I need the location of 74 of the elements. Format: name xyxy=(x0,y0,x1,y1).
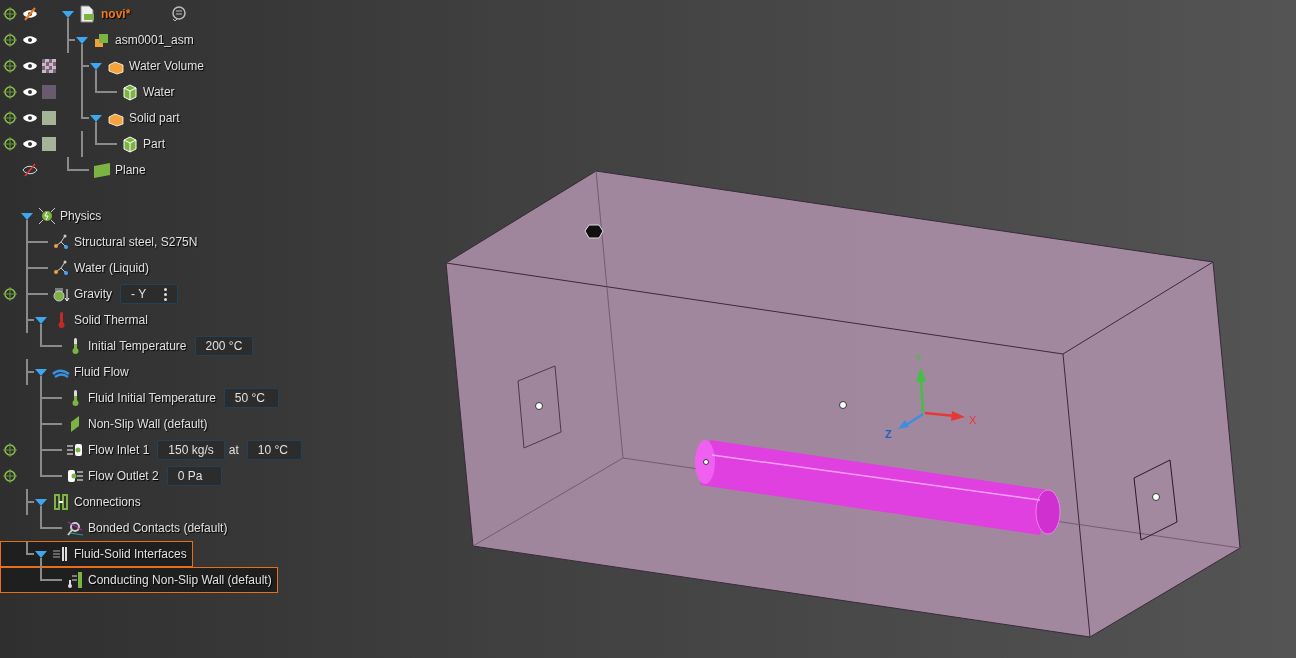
tree-item-label[interactable]: Bonded Contacts (default) xyxy=(88,521,228,535)
eye-slashed-icon[interactable] xyxy=(22,163,38,177)
axis-triad-drawing xyxy=(898,367,965,429)
document-icon xyxy=(79,5,97,23)
hexagon-marker xyxy=(584,224,604,239)
molecule-icon xyxy=(52,233,70,251)
eye-icon[interactable] xyxy=(22,111,38,125)
molecule-icon xyxy=(52,259,70,277)
tree-item-label[interactable]: Plane xyxy=(115,163,146,177)
tree-item-label[interactable]: Water (Liquid) xyxy=(74,261,149,275)
eye-icon[interactable] xyxy=(22,59,38,73)
tree-item-label[interactable]: Solid Thermal xyxy=(74,313,148,327)
value-field[interactable]: 50 °C xyxy=(223,388,279,408)
eye-icon[interactable] xyxy=(22,85,38,99)
value-field[interactable]: 10 °C xyxy=(246,440,302,460)
tree-item-label[interactable]: Conducting Non-Slip Wall (default) xyxy=(88,573,272,587)
value-field[interactable]: 150 kg/s xyxy=(157,440,225,460)
gravity-icon xyxy=(52,285,70,303)
tree-item-label[interactable]: Solid part xyxy=(129,111,180,125)
tree-item-label[interactable]: Physics xyxy=(60,209,102,223)
tree-item-label[interactable]: Fluid-Solid Interfaces xyxy=(74,547,187,561)
point-marker xyxy=(839,401,847,409)
atom-icon xyxy=(38,207,56,225)
crosshair-icon[interactable] xyxy=(3,137,17,151)
tree-item-label[interactable]: Fluid Initial Temperature xyxy=(88,391,216,405)
field-text: at xyxy=(228,443,239,457)
tree-item-label[interactable]: Fluid Flow xyxy=(74,365,129,379)
eye-icon[interactable] xyxy=(22,33,38,47)
eye-icon[interactable] xyxy=(22,137,38,151)
plane-icon xyxy=(93,161,111,179)
tree-item-label[interactable]: Structural steel, S275N xyxy=(74,235,198,249)
crosshair-icon[interactable] xyxy=(3,7,17,21)
interface-icon xyxy=(52,545,70,563)
crosshair-icon[interactable] xyxy=(3,85,17,99)
tree-item-label[interactable]: Water xyxy=(143,85,175,99)
color-swatch[interactable] xyxy=(42,111,56,125)
value-field[interactable]: 0 Pa xyxy=(166,466,222,486)
point-marker xyxy=(703,459,709,465)
tree-item-label[interactable]: Flow Outlet 2 xyxy=(88,469,159,483)
inlet-icon xyxy=(66,441,84,459)
tree-item-label[interactable]: Non-Slip Wall (default) xyxy=(88,417,208,431)
outlet-icon xyxy=(66,467,84,485)
value-field[interactable]: 200 °C xyxy=(194,336,254,356)
color-swatch[interactable] xyxy=(42,85,56,99)
eye-slashed-icon[interactable] xyxy=(22,7,38,21)
tree-item-label[interactable]: Flow Inlet 1 xyxy=(88,443,150,457)
crosshair-icon[interactable] xyxy=(3,59,17,73)
tree-item-label[interactable]: Gravity xyxy=(74,287,112,301)
assembly-icon xyxy=(93,31,111,49)
point-marker xyxy=(1152,493,1160,501)
checker-swatch[interactable] xyxy=(42,59,56,73)
axis-label: Z xyxy=(885,428,892,440)
crosshair-icon[interactable] xyxy=(3,111,17,125)
cube-icon xyxy=(121,135,139,153)
axis-label: X xyxy=(969,414,977,426)
crosshair-icon[interactable] xyxy=(3,469,17,483)
tree-item-label[interactable]: Part xyxy=(143,137,165,151)
crosshair-icon[interactable] xyxy=(3,33,17,47)
tree-item-label[interactable]: Water Volume xyxy=(129,59,204,73)
tree-item-label[interactable]: Connections xyxy=(74,495,141,509)
cube-icon xyxy=(121,83,139,101)
wall-thermometer-icon xyxy=(66,571,84,589)
magnifier-icon xyxy=(66,519,84,537)
tree-item-label[interactable]: asm0001_asm xyxy=(115,33,194,47)
color-swatch[interactable] xyxy=(42,137,56,151)
crosshair-icon[interactable] xyxy=(3,287,17,301)
crosshair-icon[interactable] xyxy=(3,443,17,457)
history-icon[interactable] xyxy=(170,5,189,23)
point-marker xyxy=(535,402,543,410)
connector-icon xyxy=(52,493,70,511)
axis-label: Y xyxy=(915,353,922,364)
tree-item-label[interactable]: novi* xyxy=(101,7,131,21)
axis-dropdown[interactable]: - Y xyxy=(120,284,179,304)
tree-item-label[interactable]: Initial Temperature xyxy=(88,339,187,353)
